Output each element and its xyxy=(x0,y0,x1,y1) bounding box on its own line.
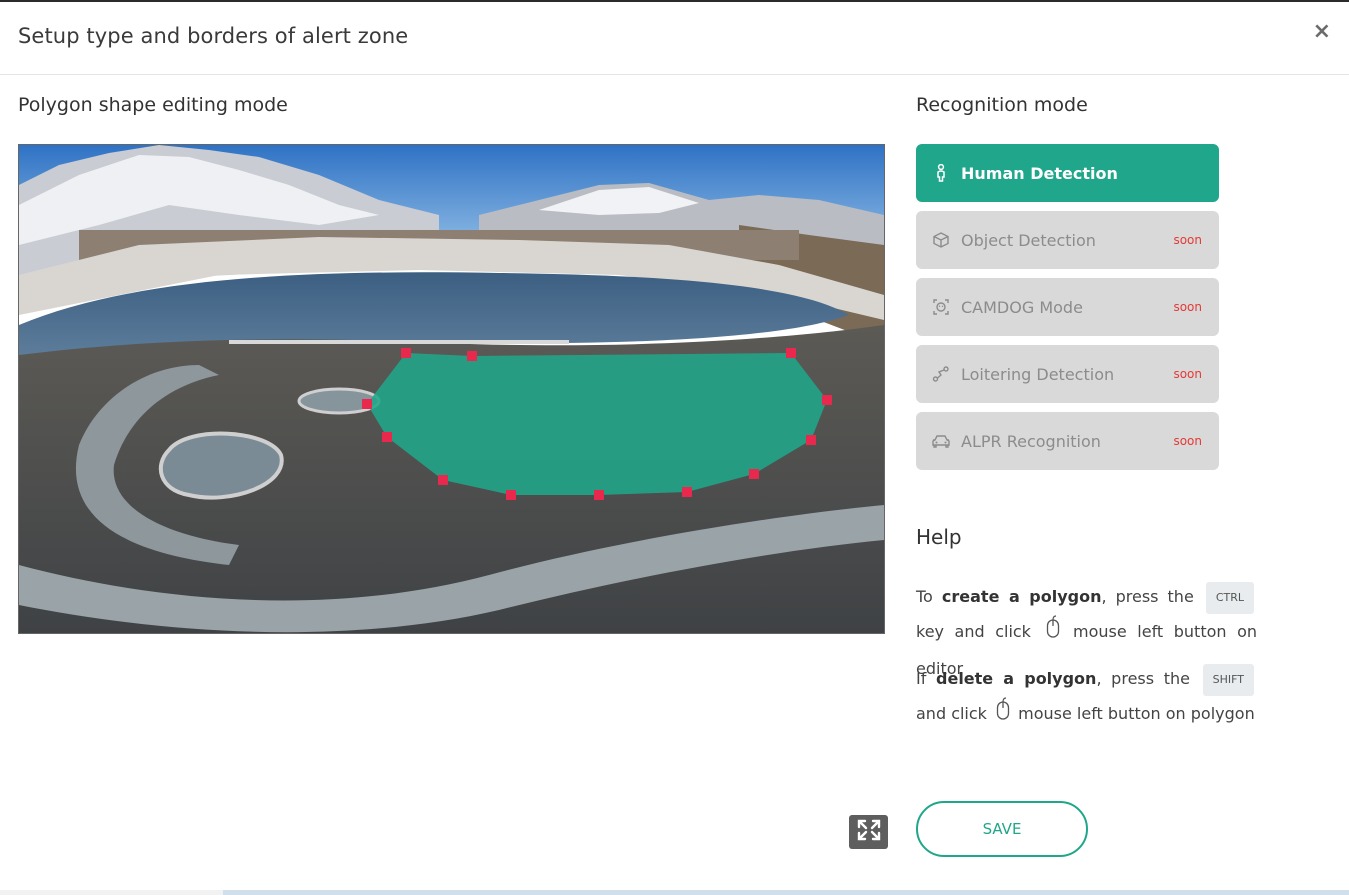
dialog-header: Setup type and borders of alert zone × xyxy=(0,2,1349,75)
camdog-face-icon xyxy=(932,298,950,316)
mouse-icon xyxy=(996,696,1010,733)
mode-camdog[interactable]: CAMDOG Mode soon xyxy=(916,278,1219,336)
recognition-title: Recognition mode xyxy=(916,94,1088,116)
help-text: and click xyxy=(916,704,993,723)
polygon-handle xyxy=(822,395,832,405)
polygon-handle xyxy=(382,432,392,442)
help-text: To xyxy=(916,587,942,606)
mode-label: CAMDOG Mode xyxy=(961,297,1083,317)
camera-view[interactable] xyxy=(19,145,884,633)
soon-badge: soon xyxy=(1173,300,1202,314)
mode-label: Object Detection xyxy=(961,230,1096,250)
polygon-handle xyxy=(749,469,759,479)
help-text: mouse left button on polygon xyxy=(1013,704,1255,723)
mode-loitering-detection[interactable]: Loitering Detection soon xyxy=(916,345,1219,403)
person-icon xyxy=(932,164,950,182)
polygon-handle xyxy=(362,399,372,409)
help-text: , press the xyxy=(1101,587,1203,606)
bottom-strip xyxy=(0,890,1349,895)
polygon-editor[interactable] xyxy=(18,144,885,634)
editor-title: Polygon shape editing mode xyxy=(18,94,288,116)
car-icon xyxy=(932,432,950,450)
polygon-handle xyxy=(786,348,796,358)
help-bold: create a polygon xyxy=(941,587,1102,606)
mode-alpr-recognition[interactable]: ALPR Recognition soon xyxy=(916,412,1219,470)
polygon-handle xyxy=(506,490,516,500)
dialog-title: Setup type and borders of alert zone xyxy=(18,24,409,48)
fullscreen-button[interactable] xyxy=(849,815,888,849)
fence xyxy=(229,340,569,344)
mode-human-detection[interactable]: Human Detection xyxy=(916,144,1219,202)
help-text: , press the xyxy=(1096,669,1200,688)
polygon-handle xyxy=(467,351,477,361)
polygon-handle xyxy=(401,348,411,358)
soon-badge: soon xyxy=(1173,367,1202,381)
polygon-handle xyxy=(438,475,448,485)
close-button[interactable]: × xyxy=(1313,20,1331,44)
soon-badge: soon xyxy=(1173,434,1202,448)
mouse-icon xyxy=(1046,614,1060,651)
polygon-handle xyxy=(682,487,692,497)
help-delete-polygon: If delete a polygon, press the SHIFT and… xyxy=(916,661,1257,733)
help-text: If xyxy=(916,669,937,688)
save-button[interactable]: SAVE xyxy=(916,801,1088,857)
polygon-handle xyxy=(806,435,816,445)
cube-icon xyxy=(932,231,950,249)
mode-label: ALPR Recognition xyxy=(961,431,1101,451)
mode-object-detection[interactable]: Object Detection soon xyxy=(916,211,1219,269)
help-bold: delete a polygon xyxy=(936,669,1097,688)
help-title: Help xyxy=(916,525,962,549)
mode-label: Loitering Detection xyxy=(961,364,1115,384)
bottom-strip-segment xyxy=(0,890,223,895)
mode-label: Human Detection xyxy=(961,163,1118,183)
help-text: key and click xyxy=(916,622,1042,641)
polygon-handle xyxy=(594,490,604,500)
ctrl-key: CTRL xyxy=(1205,581,1255,614)
shift-key: SHIFT xyxy=(1202,663,1255,696)
expand-arrows-icon xyxy=(856,818,882,846)
route-icon xyxy=(932,365,950,383)
soon-badge: soon xyxy=(1173,233,1202,247)
